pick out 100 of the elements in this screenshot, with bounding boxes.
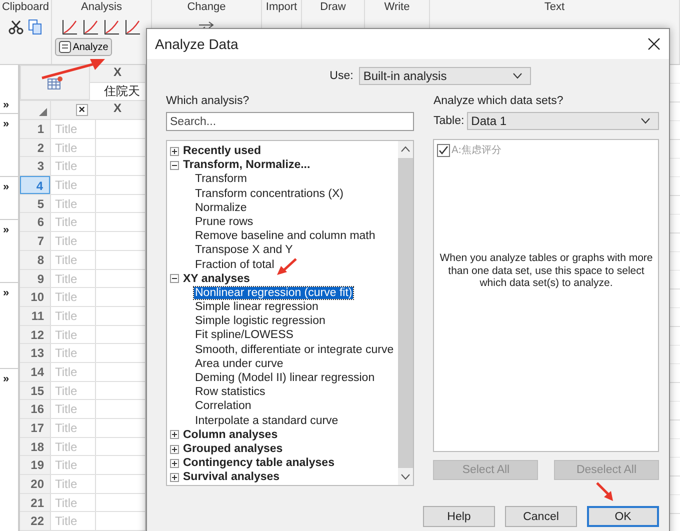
row-number[interactable]: 18 bbox=[20, 438, 50, 456]
ribbon-group-label: Import bbox=[266, 1, 298, 14]
category-item[interactable]: Contingency table analyses bbox=[183, 457, 334, 470]
expander-icon[interactable] bbox=[170, 160, 179, 170]
ribbon-group-label: Write bbox=[384, 1, 410, 14]
expand-toggle[interactable]: » bbox=[0, 181, 10, 193]
row-number[interactable]: 4 bbox=[20, 176, 50, 194]
chevron-icon bbox=[513, 73, 522, 79]
analysis-item[interactable]: Deming (Model II) linear regression bbox=[194, 372, 376, 384]
graph-icon[interactable] bbox=[103, 18, 121, 36]
analyze-button[interactable]: Analyze bbox=[54, 38, 112, 56]
data-set-label: A:焦虑评分 bbox=[451, 144, 502, 157]
row-number[interactable]: 3 bbox=[20, 157, 50, 176]
scissors-icon[interactable] bbox=[8, 19, 24, 35]
annotation-arrow bbox=[596, 482, 616, 502]
section-label: Analyze which data sets? bbox=[433, 94, 564, 108]
column-header: X bbox=[112, 101, 122, 117]
category-item[interactable]: Transform, Normalize... bbox=[183, 159, 310, 172]
row-number[interactable]: 8 bbox=[20, 250, 50, 268]
search-field[interactable]: Search... bbox=[166, 112, 414, 131]
list-icon bbox=[58, 41, 71, 53]
analysis-item[interactable]: Transform bbox=[194, 173, 248, 186]
expander-icon[interactable] bbox=[170, 472, 179, 482]
copy-icon[interactable] bbox=[27, 19, 43, 35]
category-item[interactable]: Recently used bbox=[183, 145, 261, 158]
category-item[interactable]: Column analyses bbox=[183, 428, 278, 441]
analysis-item[interactable]: Nonlinear regression (curve fit) bbox=[194, 286, 354, 299]
analysis-item[interactable]: Interpolate a standard curve bbox=[194, 414, 340, 427]
table-dropdown[interactable]: Data 1 bbox=[467, 112, 659, 130]
column-header[interactable]: X bbox=[90, 65, 145, 83]
row-number[interactable]: 12 bbox=[20, 326, 50, 344]
analysis-item[interactable]: Correlation bbox=[194, 400, 252, 412]
analysis-item[interactable]: Row statistics bbox=[194, 386, 266, 398]
close-icon[interactable]: × bbox=[76, 104, 88, 116]
row-number[interactable]: 17 bbox=[20, 419, 50, 437]
graph-icon[interactable] bbox=[61, 18, 79, 36]
row-number[interactable]: 6 bbox=[20, 213, 50, 232]
expand-toggle[interactable]: » bbox=[0, 224, 10, 236]
analysis-item[interactable]: Smooth, differentiate or integrate curve bbox=[194, 344, 395, 356]
category-item[interactable]: XY analyses bbox=[183, 272, 250, 285]
row-number[interactable]: 21 bbox=[20, 494, 50, 512]
dialog-title: Analyze Data bbox=[155, 36, 238, 52]
checkbox[interactable] bbox=[437, 144, 450, 156]
analysis-item[interactable]: Fraction of total bbox=[194, 258, 276, 270]
row-number[interactable]: 1 bbox=[20, 120, 50, 138]
ribbon-group-label: Draw bbox=[320, 1, 346, 14]
hint-text: When you analyze tables or graphs with more than one data set, use this space to select which data set(s) to analyze. bbox=[438, 252, 654, 290]
row-number[interactable]: 5 bbox=[20, 194, 50, 212]
analysis-item[interactable]: Transpose X and Y bbox=[194, 244, 294, 256]
use-label: Use: bbox=[330, 70, 354, 82]
dialog-button[interactable]: Cancel bbox=[505, 506, 577, 527]
dialog-button[interactable]: Help bbox=[423, 506, 495, 527]
table-icon[interactable] bbox=[47, 76, 63, 90]
annotation-arrow bbox=[276, 258, 298, 276]
analysis-item[interactable]: Remove baseline and column math bbox=[194, 230, 376, 242]
expand-toggle[interactable]: » bbox=[0, 118, 10, 130]
expander-icon[interactable] bbox=[170, 458, 179, 468]
row-number[interactable]: 16 bbox=[20, 400, 50, 418]
scroll-up-icon[interactable] bbox=[401, 146, 410, 152]
analysis-item[interactable]: Area under curve bbox=[194, 358, 284, 370]
row-number[interactable]: 7 bbox=[20, 232, 50, 250]
row-number[interactable]: 2 bbox=[20, 138, 50, 156]
expand-toggle[interactable]: » bbox=[0, 65, 18, 111]
row-number[interactable]: 14 bbox=[20, 362, 50, 381]
analysis-item[interactable]: Prune rows bbox=[194, 216, 254, 228]
dialog-button[interactable]: OK bbox=[587, 506, 659, 527]
expander-icon[interactable] bbox=[170, 430, 179, 440]
expand-toggle[interactable]: » bbox=[0, 373, 10, 385]
column-title[interactable]: 住院天 bbox=[90, 83, 145, 100]
row-number[interactable]: 22 bbox=[20, 512, 50, 530]
row-number[interactable]: 15 bbox=[20, 382, 50, 400]
use-dropdown[interactable]: Built-in analysis bbox=[359, 67, 532, 85]
ribbon-group-label: Text bbox=[544, 1, 565, 14]
category-item[interactable]: Grouped analyses bbox=[183, 443, 283, 456]
analysis-item[interactable]: Transform concentrations (X) bbox=[194, 188, 344, 200]
analysis-item[interactable]: Simple linear regression bbox=[194, 301, 320, 314]
row-number[interactable]: 11 bbox=[20, 306, 50, 325]
expander-icon[interactable] bbox=[170, 444, 179, 454]
table-label: Table: bbox=[433, 115, 464, 127]
expand-toggle[interactable]: » bbox=[0, 287, 10, 299]
ribbon-group-label: Clipboard bbox=[2, 1, 50, 14]
expander-icon[interactable] bbox=[170, 274, 179, 284]
corner-triangle-icon bbox=[39, 108, 47, 116]
scroll-down-icon[interactable] bbox=[401, 474, 410, 480]
graph-icon[interactable] bbox=[124, 18, 142, 36]
scrollbar[interactable] bbox=[398, 141, 414, 485]
analysis-item[interactable]: Fit spline/LOWESS bbox=[194, 329, 294, 342]
row-number[interactable]: 9 bbox=[20, 270, 50, 288]
graph-icon[interactable] bbox=[82, 18, 100, 36]
category-item[interactable]: Survival analyses bbox=[183, 471, 280, 484]
close-icon[interactable] bbox=[648, 38, 660, 50]
row-number[interactable]: 10 bbox=[20, 288, 50, 306]
analysis-item[interactable]: Simple logistic regression bbox=[194, 315, 326, 328]
ribbon-group-label: Analysis bbox=[81, 1, 122, 14]
row-number[interactable]: 19 bbox=[20, 456, 50, 474]
expander-icon[interactable] bbox=[170, 146, 179, 156]
analysis-item[interactable]: Normalize bbox=[194, 202, 248, 214]
ribbon-group-label: Change bbox=[187, 1, 226, 14]
row-number[interactable]: 13 bbox=[20, 344, 50, 362]
row-number[interactable]: 20 bbox=[20, 475, 50, 493]
